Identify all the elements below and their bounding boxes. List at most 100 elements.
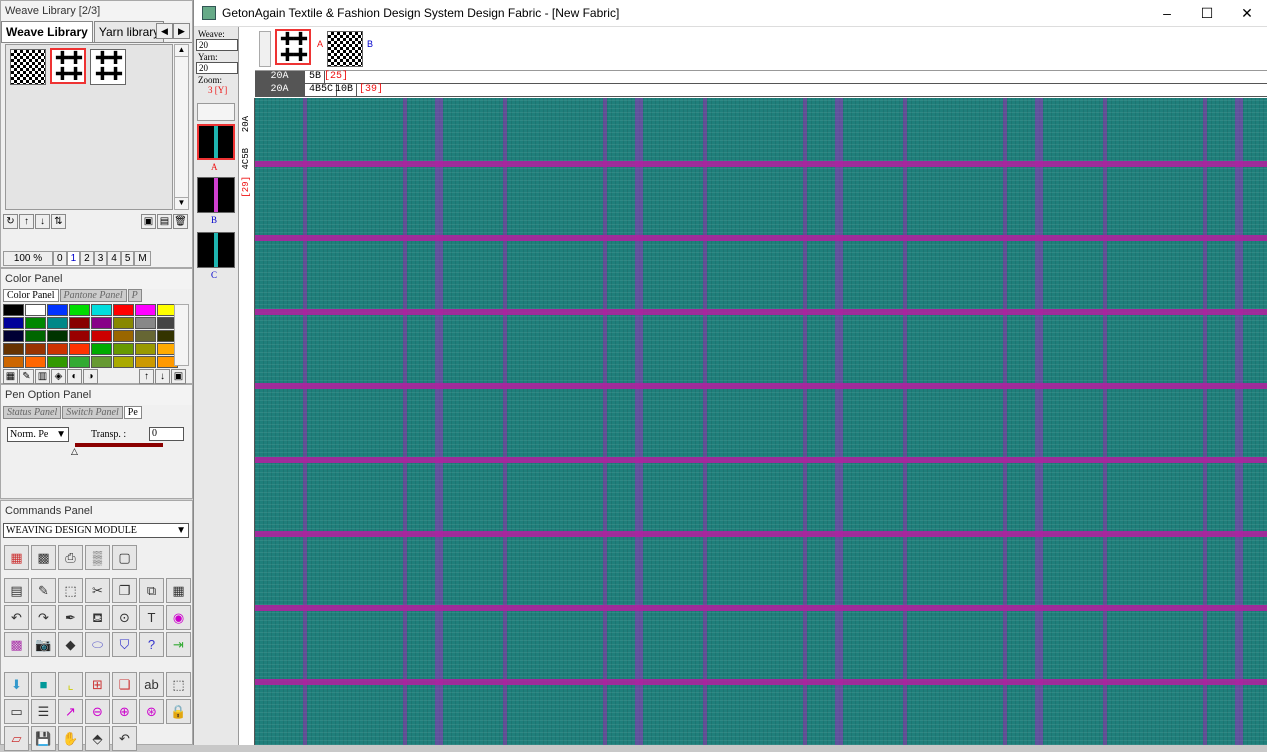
- curve-icon[interactable]: ↶: [112, 726, 137, 751]
- pattern-icon[interactable]: ▒: [85, 545, 110, 570]
- color-swatch[interactable]: [69, 317, 90, 329]
- yarn-thumb-a[interactable]: [197, 124, 235, 160]
- maximize-button[interactable]: ☐: [1187, 5, 1227, 22]
- copy-icon[interactable]: ▣: [141, 214, 156, 229]
- yarn-input[interactable]: 20: [196, 62, 238, 74]
- transp-slider[interactable]: [75, 443, 163, 447]
- tab-color-panel[interactable]: Color Panel: [3, 289, 59, 302]
- fill-icon[interactable]: ⛾: [85, 605, 110, 630]
- color-copy-icon[interactable]: ▣: [171, 369, 186, 384]
- color-wheel-icon[interactable]: ◉: [166, 605, 191, 630]
- module-select[interactable]: WEAVING DESIGN MODULE ▼: [3, 523, 189, 538]
- yarn-thumb-c[interactable]: [197, 232, 235, 268]
- weave-scroll[interactable]: [259, 31, 271, 67]
- zoom-step-m[interactable]: M: [134, 251, 151, 266]
- layers-icon[interactable]: ▤: [4, 578, 29, 603]
- zoom-step-4[interactable]: 4: [107, 251, 121, 266]
- cut-icon[interactable]: ✂: [85, 578, 110, 603]
- trash-icon[interactable]: 🗑: [173, 214, 188, 229]
- slider-handle-icon[interactable]: △: [71, 446, 78, 457]
- zoom-step-0[interactable]: 0: [53, 251, 67, 266]
- color-swatch[interactable]: [113, 343, 134, 355]
- tab-next-icon[interactable]: ▶: [173, 23, 190, 39]
- color-swatch[interactable]: [47, 356, 68, 368]
- rect-select-icon[interactable]: ⬚: [58, 578, 83, 603]
- save-icon[interactable]: 💾: [31, 726, 56, 751]
- picker-icon[interactable]: ✎: [19, 369, 34, 384]
- pen-mode-select[interactable]: Norm. Pe ▼: [7, 427, 69, 442]
- cmyk-icon[interactable]: ◑: [83, 369, 98, 384]
- paste-area-icon[interactable]: ⧉: [139, 578, 164, 603]
- color-swatch[interactable]: [113, 356, 134, 368]
- weave-thumb-2[interactable]: ✚✚ ✚✚: [50, 48, 86, 84]
- tab-p[interactable]: P: [127, 289, 142, 302]
- import-icon[interactable]: ⎙: [58, 545, 83, 570]
- color-swatch[interactable]: [69, 356, 90, 368]
- top-weave-a[interactable]: ✚✚ ✚✚: [275, 29, 311, 65]
- arrow-icon[interactable]: ↗: [58, 699, 83, 724]
- color-swatch[interactable]: [135, 356, 156, 368]
- eraser-icon[interactable]: ◆: [58, 632, 83, 657]
- zoom-step-3[interactable]: 3: [93, 251, 108, 266]
- color-swatch[interactable]: [25, 304, 46, 316]
- color-down-icon[interactable]: ↓: [155, 369, 170, 384]
- color-swatch[interactable]: [91, 304, 112, 316]
- grid-icon[interactable]: ▩: [31, 545, 56, 570]
- paste-icon[interactable]: ▤: [157, 214, 172, 229]
- color-swatch[interactable]: [47, 343, 68, 355]
- color-scrollbar[interactable]: [174, 304, 189, 366]
- weft-ruler[interactable]: 20A 4B5C 10B [39]: [255, 84, 1267, 97]
- text-icon[interactable]: T: [139, 605, 164, 630]
- color-swatch[interactable]: [113, 317, 134, 329]
- zoom-out-icon[interactable]: ⊖: [85, 699, 110, 724]
- color-swatch[interactable]: [135, 317, 156, 329]
- warp-ruler[interactable]: 20A 5B [25]: [255, 71, 1267, 84]
- mix-icon[interactable]: ◈: [51, 369, 66, 384]
- yarn-scroll[interactable]: [197, 103, 235, 121]
- yarn-thumb-b[interactable]: [197, 177, 235, 213]
- scroll-down-icon[interactable]: ▼: [175, 197, 188, 209]
- weave-thumb-1[interactable]: [10, 49, 46, 85]
- color-swatch[interactable]: [25, 356, 46, 368]
- pen-icon[interactable]: ✒: [58, 605, 83, 630]
- transp-input[interactable]: 0: [149, 427, 184, 441]
- color-swatch[interactable]: [47, 330, 68, 342]
- tab-yarn-library[interactable]: Yarn library: [93, 21, 165, 42]
- tab-prev-icon[interactable]: ◀: [156, 23, 173, 39]
- color-swatch[interactable]: [25, 330, 46, 342]
- tab-pe[interactable]: Pe: [123, 406, 142, 419]
- texture-icon[interactable]: ▩: [4, 632, 29, 657]
- camera-icon[interactable]: 📷: [31, 632, 56, 657]
- pencil-icon[interactable]: ✎: [31, 578, 56, 603]
- color-swatch[interactable]: [91, 317, 112, 329]
- lines-icon[interactable]: ☰: [31, 699, 56, 724]
- note-icon[interactable]: ▭: [4, 699, 29, 724]
- color-swatch[interactable]: [3, 304, 24, 316]
- zoom-in-icon[interactable]: ⊕: [112, 699, 137, 724]
- ruler-icon[interactable]: ⌞: [58, 672, 83, 697]
- undo-icon[interactable]: ↶: [4, 605, 29, 630]
- color-swatch[interactable]: [25, 317, 46, 329]
- copy-area-icon[interactable]: ❐: [112, 578, 137, 603]
- doc-icon[interactable]: ▱: [4, 726, 29, 751]
- color-swatch[interactable]: [3, 343, 24, 355]
- color-swatch[interactable]: [3, 317, 24, 329]
- tab-weave-library[interactable]: Weave Library: [1, 21, 93, 42]
- binoculars-icon[interactable]: ⊙: [112, 605, 137, 630]
- weave-input[interactable]: 20: [196, 39, 238, 51]
- zoom-step-2[interactable]: 2: [80, 251, 94, 266]
- help-icon[interactable]: ?: [139, 632, 164, 657]
- dotted-box-icon[interactable]: ⬚: [166, 672, 191, 697]
- color-up-icon[interactable]: ↑: [139, 369, 154, 384]
- download-icon[interactable]: ⬇: [4, 672, 29, 697]
- zoom-step-1[interactable]: 1: [66, 251, 81, 266]
- label-icon[interactable]: ab: [139, 672, 164, 697]
- move-up-icon[interactable]: ↑: [19, 214, 34, 229]
- oval-icon[interactable]: ⬭: [85, 632, 110, 657]
- color-swatch[interactable]: [91, 356, 112, 368]
- color-swatch[interactable]: [47, 317, 68, 329]
- tiles-icon[interactable]: ▦: [166, 578, 191, 603]
- weave-library-scrollbar[interactable]: ▲ ▼: [174, 44, 189, 210]
- color-swatch[interactable]: [69, 304, 90, 316]
- rgb-icon[interactable]: ◐: [67, 369, 82, 384]
